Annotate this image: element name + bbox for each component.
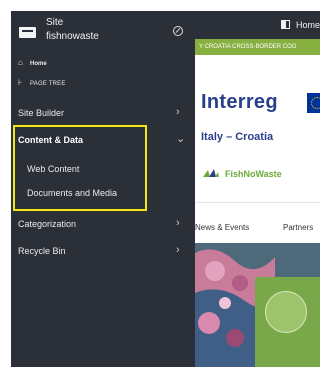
screenshot-frame: Site fishnowaste ⌂ Home ⊦ PAGE TREE Site… — [11, 11, 320, 367]
sidebar-category-recycle-bin[interactable]: Recycle Bin › — [11, 240, 195, 262]
site-name: fishnowaste — [46, 31, 99, 42]
site-logo-icon — [19, 27, 36, 38]
chevron-down-icon: ⌄ — [176, 133, 186, 145]
hero-badge — [255, 277, 320, 367]
sidebar-item-page-tree[interactable]: ⊦ PAGE TREE — [11, 77, 195, 91]
product-menu-sidebar: Site fishnowaste ⌂ Home ⊦ PAGE TREE Site… — [11, 11, 195, 367]
nav-link-partners[interactable]: Partners — [283, 223, 313, 233]
category-label: Categorization — [18, 219, 77, 229]
site-header[interactable]: Site fishnowaste — [11, 11, 195, 53]
nav-divider — [195, 202, 320, 203]
category-label: Recycle Bin — [18, 246, 66, 256]
page-icon[interactable] — [281, 20, 290, 29]
program-subtitle: Italy – Croatia — [201, 131, 274, 143]
highlight-box — [13, 125, 147, 211]
site-page-preview: Home Y CROATIA CROSS-BORDER COO Interreg… — [195, 11, 320, 367]
banner-text: Y CROATIA CROSS-BORDER COO — [199, 44, 297, 50]
home-icon: ⌂ — [18, 58, 23, 67]
interreg-logo-text: Interreg — [201, 91, 278, 113]
sidebar-category-categorization[interactable]: Categorization › — [11, 213, 195, 235]
page-title: Home — [296, 20, 320, 30]
page-tree-label: PAGE TREE — [30, 81, 66, 87]
wind-turbine-icon — [265, 291, 307, 333]
chevron-right-icon: › — [176, 217, 180, 229]
chevron-right-icon: › — [176, 106, 180, 118]
eu-flag-icon — [307, 93, 320, 113]
page-tree-icon: ⊦ — [18, 78, 23, 87]
sidebar-item-home[interactable]: ⌂ Home — [11, 57, 195, 71]
sidebar-category-site-builder[interactable]: Site Builder › — [11, 102, 195, 124]
compass-icon[interactable] — [173, 26, 183, 36]
project-name: FishNoWaste — [225, 169, 282, 179]
site-label: Site — [46, 17, 64, 28]
category-label: Site Builder — [18, 108, 65, 118]
fish-logo-icon — [203, 169, 219, 177]
home-label: Home — [30, 61, 47, 67]
banner-strip: Y CROATIA CROSS-BORDER COO — [195, 39, 320, 55]
nav-link-news-events[interactable]: News & Events — [195, 223, 249, 233]
control-menu-bar: Home — [195, 11, 320, 39]
chevron-right-icon: › — [176, 244, 180, 256]
